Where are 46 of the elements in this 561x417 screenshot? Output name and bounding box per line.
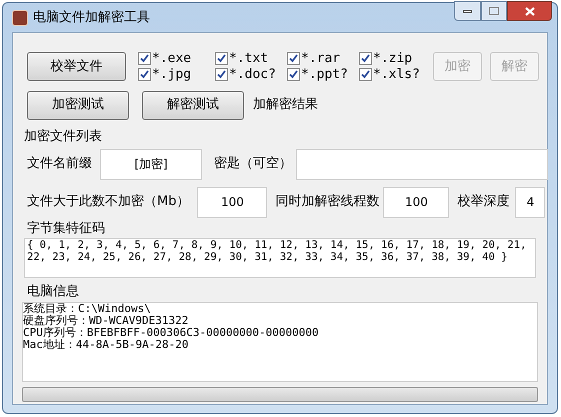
prefix-field[interactable]: [加密] xyxy=(100,148,202,180)
field-label: 密匙（可空） xyxy=(214,155,292,174)
checkbox-label: *.rar xyxy=(301,50,340,68)
checkbox[interactable] xyxy=(215,52,228,65)
field-label: 同时加解密线程数 xyxy=(275,193,380,212)
field-label: 文件名前缀 xyxy=(27,155,92,174)
field-label: 文件大于此数不加密（Mb） xyxy=(27,193,190,212)
checkbox[interactable] xyxy=(215,68,228,81)
section-label: 加密文件列表 xyxy=(24,128,103,146)
maximize-button[interactable] xyxy=(481,1,507,21)
key-field[interactable] xyxy=(296,148,548,180)
app-icon xyxy=(12,10,28,26)
checkbox-label: *.jpg xyxy=(152,66,192,84)
test-button[interactable]: 加密测试 xyxy=(27,90,129,120)
field-label: 校举深度 xyxy=(457,193,510,212)
checkbox[interactable] xyxy=(287,68,300,81)
checkbox[interactable] xyxy=(138,68,151,81)
test-button[interactable]: 解密测试 xyxy=(142,90,244,120)
section-label: 电脑信息 xyxy=(27,283,80,301)
section-label: 字节集特征码 xyxy=(27,220,106,238)
result-label: 加解密结果 xyxy=(253,96,318,114)
info-line: 硬盘序列号：WD-WCAV9DE31322 xyxy=(23,314,188,326)
checkbox[interactable] xyxy=(138,52,151,65)
info-line: Mac地址：44-8A-5B-9A-28-20 xyxy=(23,338,188,350)
checkbox[interactable] xyxy=(359,68,372,81)
threads-field[interactable]: 100 xyxy=(383,186,450,218)
checkbox-label: *.exe xyxy=(152,50,192,68)
checkbox[interactable] xyxy=(287,52,300,65)
checkbox-label: *.doc? xyxy=(229,66,276,84)
info-textarea[interactable]: 系统目录：C:\Windows\ 硬盘序列号：WD-WCAV9DE31322 CPU序列号：BFEBFBFF-000306C3-00000000-00000000 Mac地址：44-8A-5B-9A-28-20 xyxy=(22,302,538,382)
close-button[interactable] xyxy=(507,1,552,21)
checkbox[interactable] xyxy=(359,52,372,65)
checkbox-label: *.xls? xyxy=(373,66,420,84)
signature-textarea[interactable]: { 0, 1, 2, 3, 4, 5, 6, 7, 8, 9, 10, 11, 12, 13, 14, 15, 16, 17, 18, 19, 20, 21, 22, 23, 24, 25, 26, 27, 28, 29, 30, 31, 32, 33, 34, 35, 36, 37, 38, 39, 40 } xyxy=(24,238,536,278)
max-size-field[interactable]: 100 xyxy=(197,186,268,218)
window-title: 电脑文件加解密工具 xyxy=(33,8,150,27)
info-line: 系统目录：C:\Windows\ xyxy=(23,302,151,314)
checkbox-label: *.ppt? xyxy=(301,66,348,84)
depth-field[interactable]: 4 xyxy=(515,186,546,218)
checkbox-label: *.zip xyxy=(373,50,412,68)
minimize-button[interactable] xyxy=(454,1,481,21)
close-icon xyxy=(524,6,534,16)
info-line: CPU序列号：BFEBFBFF-000306C3-00000000-00000000 xyxy=(23,326,319,338)
signature-text: { 0, 1, 2, 3, 4, 5, 6, 7, 8, 9, 10, 11, 12, 13, 14, 15, 16, 17, 18, 19, 20, 21, 22, 23, 24, 25, 26, 27, 28, 29, 30, 31, 32, 33, 34, 35, 36, 37, 38, 39, 40 } xyxy=(27,239,526,263)
checkbox-label: *.txt xyxy=(229,50,268,68)
enumerate-button[interactable]: 校举文件 xyxy=(27,52,126,81)
